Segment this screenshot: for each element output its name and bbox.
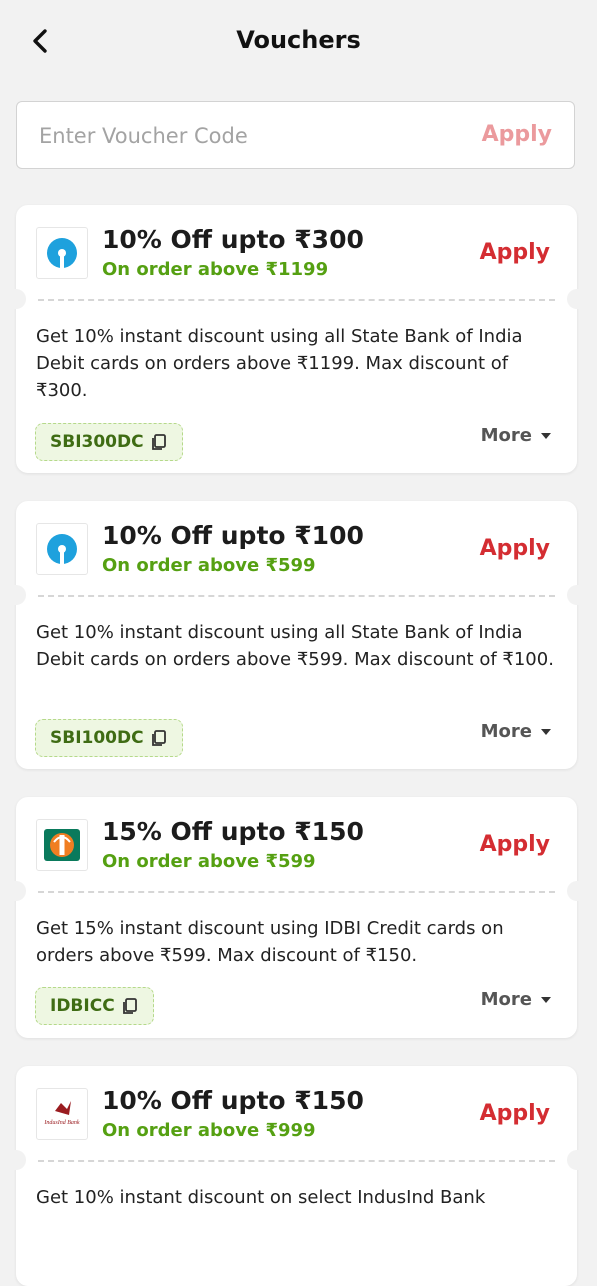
ticket-notch — [567, 585, 587, 605]
offer-condition: On order above ₹599 — [102, 555, 316, 576]
caret-down-icon — [541, 728, 551, 735]
voucher-code-chip[interactable]: SBI300DC — [35, 423, 183, 461]
offer-description: Get 10% instant discount on select Indus… — [36, 1187, 486, 1208]
dashed-divider — [38, 891, 555, 893]
voucher-card: 10% Off upto ₹100 On order above ₹599 Ap… — [6, 501, 587, 769]
more-label: More — [480, 425, 532, 446]
dashed-divider — [38, 299, 555, 301]
offer-condition: On order above ₹999 — [102, 1120, 316, 1141]
ticket-notch — [567, 1150, 587, 1170]
offer-description: Get 15% instant discount using IDBI Cred… — [36, 918, 504, 966]
offer-title: 10% Off upto ₹100 — [102, 521, 364, 550]
voucher-code-chip[interactable]: IDBICC — [35, 987, 154, 1025]
voucher-card: 10% Off upto ₹300 On order above ₹1199 A… — [6, 205, 587, 473]
ticket-notch — [6, 1150, 26, 1170]
voucher-code-chip[interactable]: SBI100DC — [35, 719, 183, 757]
ticket-notch — [6, 585, 26, 605]
voucher-card: IndusInd Bank 10% Off upto ₹150 On order… — [6, 1066, 587, 1286]
more-toggle[interactable]: More — [481, 989, 552, 1010]
header: Vouchers — [0, 0, 597, 84]
ticket-notch — [6, 289, 26, 309]
offer-condition: On order above ₹599 — [102, 851, 316, 872]
voucher-code: SBI300DC — [50, 432, 144, 452]
idbi-logo — [36, 819, 88, 871]
sbi-logo — [36, 227, 88, 279]
offer-condition: On order above ₹1199 — [102, 259, 329, 280]
voucher-code-apply-button[interactable]: Apply — [482, 122, 552, 147]
ticket-notch — [567, 881, 587, 901]
voucher-code-input[interactable] — [37, 102, 461, 170]
dashed-divider — [38, 1160, 555, 1162]
indusind-logo-text: IndusInd Bank — [43, 1120, 79, 1126]
sbi-logo — [36, 523, 88, 575]
offer-description: Get 10% instant discount using all State… — [36, 622, 554, 670]
more-label: More — [480, 989, 532, 1010]
ticket-notch — [6, 881, 26, 901]
apply-button[interactable]: Apply — [480, 536, 550, 561]
offer-title: 10% Off upto ₹300 — [102, 225, 364, 254]
more-toggle[interactable]: More — [481, 425, 552, 446]
copy-icon — [122, 998, 137, 1014]
more-label: More — [480, 721, 532, 742]
copy-icon — [151, 434, 166, 450]
caret-down-icon — [541, 996, 551, 1003]
dashed-divider — [38, 595, 555, 597]
voucher-card: 15% Off upto ₹150 On order above ₹599 Ap… — [6, 797, 587, 1038]
page-title: Vouchers — [236, 26, 361, 54]
ticket-notch — [567, 289, 587, 309]
voucher-code-field: Apply — [16, 101, 575, 170]
offer-description: Get 10% instant discount using all State… — [36, 326, 523, 401]
offer-title: 15% Off upto ₹150 — [102, 817, 364, 846]
offer-title: 10% Off upto ₹150 — [102, 1086, 364, 1115]
voucher-code: IDBICC — [50, 996, 115, 1016]
voucher-code: SBI100DC — [50, 728, 144, 748]
more-toggle[interactable]: More — [481, 721, 552, 742]
apply-button[interactable]: Apply — [480, 832, 550, 857]
caret-down-icon — [541, 432, 551, 439]
apply-button[interactable]: Apply — [480, 1101, 550, 1126]
copy-icon — [151, 730, 166, 746]
indusind-logo: IndusInd Bank — [36, 1088, 88, 1140]
apply-button[interactable]: Apply — [480, 240, 550, 265]
